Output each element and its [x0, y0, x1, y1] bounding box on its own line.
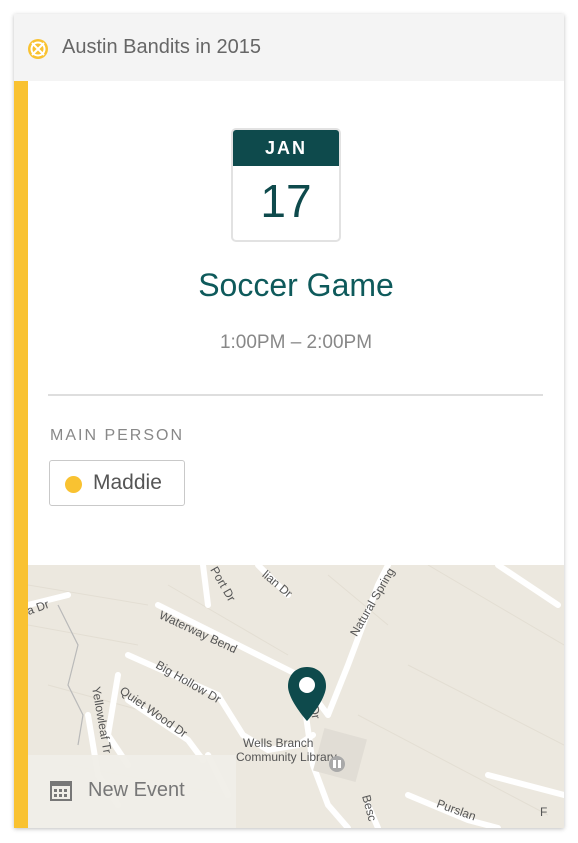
new-event-button[interactable]: New Event — [28, 755, 236, 828]
card-header: Austin Bandits in 2015 — [14, 14, 564, 81]
soccer-ball-icon — [28, 39, 48, 59]
place-label: Wells Branch — [243, 736, 314, 750]
location-map[interactable]: ia Dr Port Dr lian Dr Natural Spring Wat… — [28, 565, 564, 828]
date-day: 17 — [260, 175, 312, 227]
team-season-title[interactable]: Austin Bandits in 2015 — [62, 36, 261, 59]
color-accent-bar — [14, 81, 28, 828]
library-icon — [329, 756, 345, 772]
date-month: JAN — [233, 130, 339, 166]
event-title: Soccer Game — [198, 267, 394, 303]
street-label: F — [540, 805, 548, 819]
place-label: Community Library — [236, 750, 337, 764]
map-pin-icon[interactable] — [286, 665, 328, 723]
event-details: JAN 17 Soccer Game 1:00PM – 2:00PM MAIN … — [28, 81, 564, 565]
date-badge: JAN 17 — [231, 128, 341, 242]
main-person-chip[interactable]: Maddie — [49, 460, 185, 506]
person-name: Maddie — [93, 471, 162, 494]
event-card: Austin Bandits in 2015 JAN 17 Soccer Gam… — [14, 14, 564, 828]
person-color-dot — [65, 476, 82, 493]
calendar-icon — [50, 781, 72, 801]
event-time: 1:00PM – 2:00PM — [219, 332, 373, 353]
divider — [48, 394, 543, 396]
new-event-label: New Event — [88, 779, 185, 801]
main-person-label: MAIN PERSON — [50, 427, 185, 444]
